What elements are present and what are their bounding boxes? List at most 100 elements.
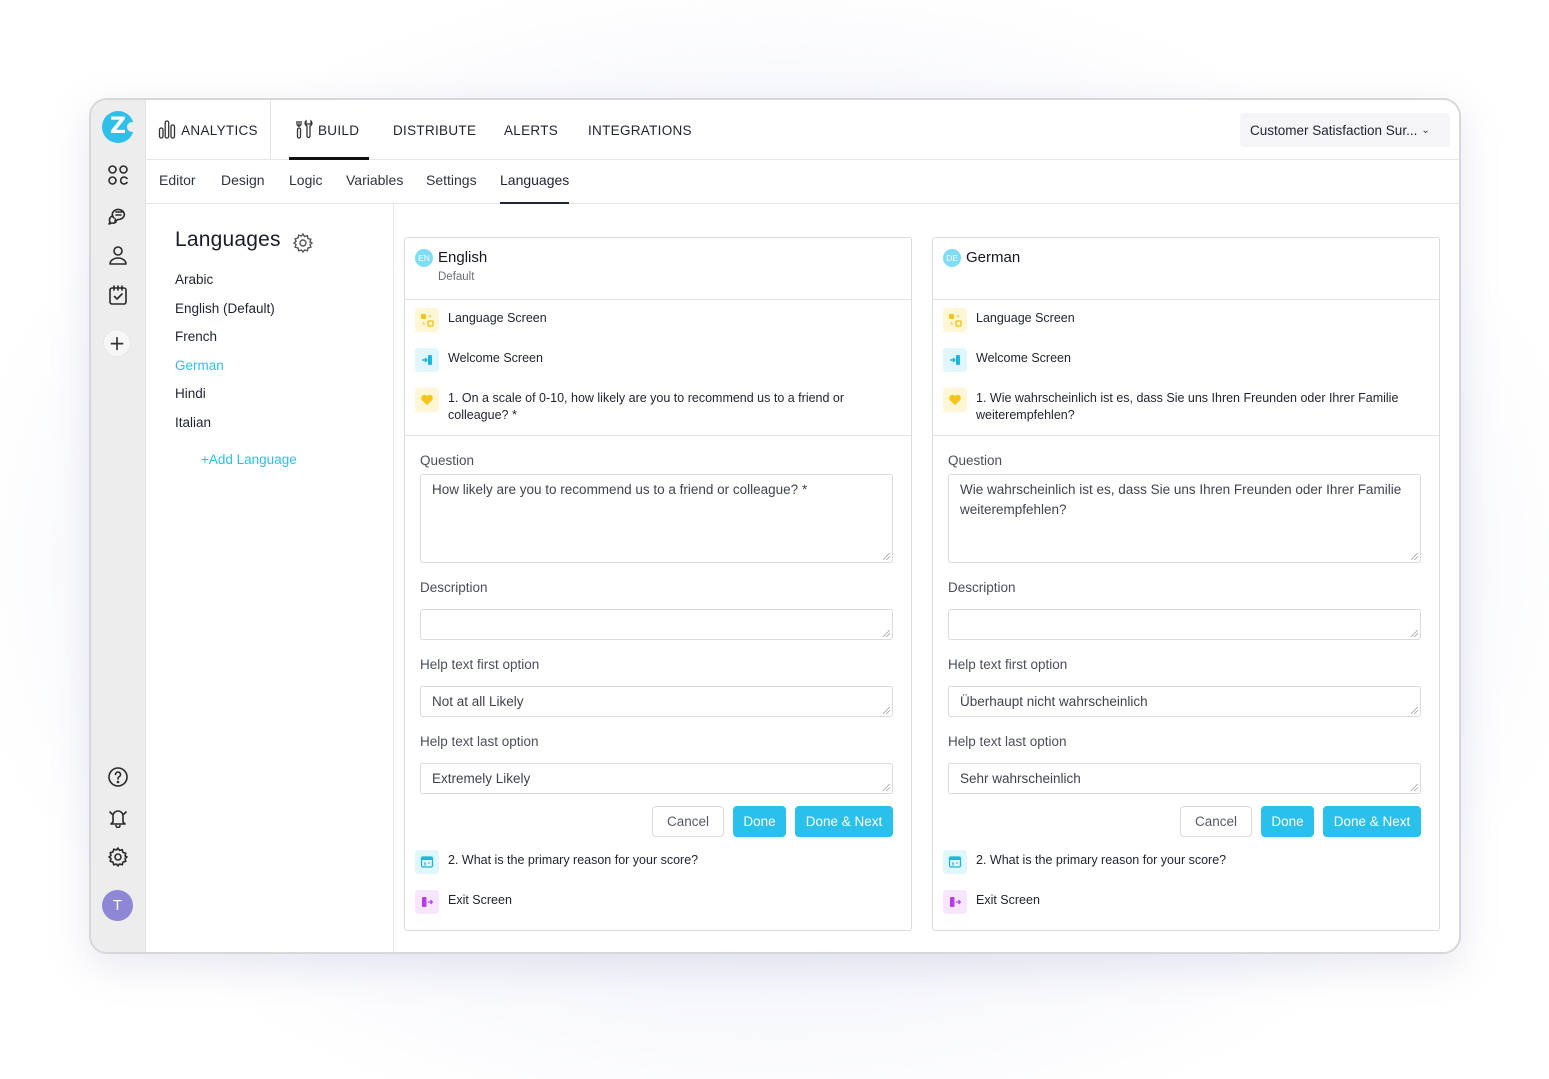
help-first-textarea[interactable]: Not at all Likely — [420, 686, 893, 717]
german-card: DE German Language Screen Welcome Screen — [932, 237, 1440, 931]
outline-item-language-screen[interactable]: Language Screen — [405, 300, 911, 340]
description-textarea[interactable] — [948, 609, 1421, 640]
outline-item-question-1[interactable]: 1. Wie wahrscheinlich ist es, dass Sie u… — [933, 380, 1439, 436]
description-label: Description — [420, 580, 488, 595]
english-card-header: EN English Default — [405, 238, 911, 300]
languages-panel: Languages Arabic English (Default) Frenc… — [146, 204, 394, 952]
nav-analytics-label: ANALYTICS — [181, 122, 258, 138]
exit-screen-icon — [943, 890, 967, 914]
done-button[interactable]: Done — [1261, 806, 1314, 837]
tab-logic[interactable]: Logic — [289, 160, 322, 204]
outline-item-label: Language Screen — [976, 311, 1075, 325]
user-avatar[interactable]: T — [102, 890, 133, 921]
help-first-textarea[interactable]: Überhaupt nicht wahrscheinlich — [948, 686, 1421, 717]
nav-analytics[interactable]: ANALYTICS — [146, 100, 271, 160]
english-card: EN English Default Language Screen Welco… — [404, 237, 912, 931]
tab-settings[interactable]: Settings — [426, 160, 477, 204]
outline-item-label: Welcome Screen — [448, 351, 543, 365]
exit-screen-icon — [415, 890, 439, 914]
bell-icon[interactable] — [105, 804, 131, 830]
german-card-header: DE German — [933, 238, 1439, 300]
nav-build[interactable]: BUILD — [288, 100, 370, 160]
user-icon[interactable] — [105, 242, 131, 268]
done-next-button[interactable]: Done & Next — [795, 806, 893, 837]
outline-item-question-2[interactable]: 2. What is the primary reason for your s… — [405, 842, 911, 882]
app-window: Z + T ANALYTICS BUILD DISTRIBUTE ALERTS … — [89, 98, 1461, 954]
language-screen-icon — [415, 308, 439, 332]
apps-grid-icon[interactable] — [105, 162, 131, 188]
help-last-textarea[interactable]: Extremely Likely — [420, 763, 893, 794]
description-textarea[interactable] — [420, 609, 893, 640]
help-icon[interactable] — [105, 764, 131, 790]
add-language-link[interactable]: +Add Language — [201, 452, 297, 467]
language-item-hindi[interactable]: Hindi — [175, 384, 275, 413]
language-item-arabic[interactable]: Arabic — [175, 270, 275, 299]
text-input-icon — [415, 850, 439, 874]
add-button[interactable]: + — [103, 329, 131, 357]
outline-item-label: Welcome Screen — [976, 351, 1071, 365]
language-badge: DE — [943, 249, 961, 267]
question-label: Question — [420, 453, 475, 468]
survey-select[interactable]: Customer Satisfaction Sur... ⌄ — [1240, 113, 1450, 147]
outline-item-label: 1. On a scale of 0-10, how likely are yo… — [448, 391, 845, 422]
language-item-french[interactable]: French — [175, 327, 275, 356]
nav-distribute[interactable]: DISTRIBUTE — [393, 100, 476, 160]
chat-bubbles-icon[interactable] — [105, 202, 131, 228]
outline-item-welcome-screen[interactable]: Welcome Screen — [933, 340, 1439, 380]
language-list: Arabic English (Default) French German H… — [175, 270, 275, 442]
sub-nav: Editor Design Logic Variables Settings L… — [146, 160, 1459, 204]
nav-integrations-label: INTEGRATIONS — [588, 122, 692, 138]
top-nav: ANALYTICS BUILD DISTRIBUTE ALERTS INTEGR… — [146, 100, 1459, 160]
german-question-form: Question Wie wahrscheinlich ist es, dass… — [933, 453, 1439, 854]
heart-icon — [943, 388, 967, 412]
cancel-button[interactable]: Cancel — [1180, 806, 1252, 837]
help-first-label: Help text first option — [948, 657, 1068, 672]
english-outline-bottom: 2. What is the primary reason for your s… — [405, 842, 911, 922]
text-input-icon — [943, 850, 967, 874]
help-last-textarea[interactable]: Sehr wahrscheinlich — [948, 763, 1421, 794]
help-last-label: Help text last option — [420, 734, 539, 749]
done-next-button[interactable]: Done & Next — [1323, 806, 1421, 837]
question-label: Question — [948, 453, 1003, 468]
language-screen-icon — [943, 308, 967, 332]
nav-alerts[interactable]: ALERTS — [504, 100, 558, 160]
outline-item-welcome-screen[interactable]: Welcome Screen — [405, 340, 911, 380]
outline-item-label: Exit Screen — [976, 893, 1040, 907]
done-button[interactable]: Done — [733, 806, 786, 837]
nav-distribute-label: DISTRIBUTE — [393, 122, 477, 138]
tab-variables[interactable]: Variables — [346, 160, 403, 204]
languages-settings-gear-icon[interactable] — [292, 232, 314, 254]
tab-design[interactable]: Design — [221, 160, 265, 204]
left-rail: Z + T — [91, 100, 146, 952]
question-textarea[interactable]: How likely are you to recommend us to a … — [420, 474, 893, 563]
description-label: Description — [948, 580, 1016, 595]
outline-item-language-screen[interactable]: Language Screen — [933, 300, 1439, 340]
analytics-bars-icon — [158, 119, 176, 142]
settings-icon[interactable] — [105, 844, 131, 870]
app-logo[interactable]: Z — [102, 111, 137, 143]
language-item-english[interactable]: English (Default) — [175, 299, 275, 328]
question-textarea[interactable]: Wie wahrscheinlich ist es, dass Sie uns … — [948, 474, 1421, 563]
tools-icon — [295, 118, 313, 142]
card-title: English — [438, 249, 488, 266]
outline-item-label: Exit Screen — [448, 893, 512, 907]
nav-integrations[interactable]: INTEGRATIONS — [588, 100, 692, 160]
calendar-check-icon[interactable] — [105, 282, 131, 308]
translation-content: EN English Default Language Screen Welco… — [395, 204, 1459, 952]
english-question-form: Question How likely are you to recommend… — [405, 453, 911, 854]
heart-icon — [415, 388, 439, 412]
outline-item-question-2[interactable]: 2. What is the primary reason for your s… — [933, 842, 1439, 882]
outline-item-label: 1. Wie wahrscheinlich ist es, dass Sie u… — [976, 391, 1399, 422]
tab-languages[interactable]: Languages — [500, 160, 570, 204]
outline-item-exit-screen[interactable]: Exit Screen — [933, 882, 1439, 922]
outline-item-exit-screen[interactable]: Exit Screen — [405, 882, 911, 922]
nav-build-label: BUILD — [318, 122, 360, 138]
tab-editor[interactable]: Editor — [159, 160, 196, 204]
survey-select-value: Customer Satisfaction Sur... — [1250, 122, 1418, 138]
cancel-button[interactable]: Cancel — [652, 806, 724, 837]
language-item-german[interactable]: German — [175, 356, 275, 385]
outline-item-question-1[interactable]: 1. On a scale of 0-10, how likely are yo… — [405, 380, 911, 436]
welcome-screen-icon — [943, 348, 967, 372]
card-title: German — [966, 249, 1021, 266]
language-item-italian[interactable]: Italian — [175, 413, 275, 442]
